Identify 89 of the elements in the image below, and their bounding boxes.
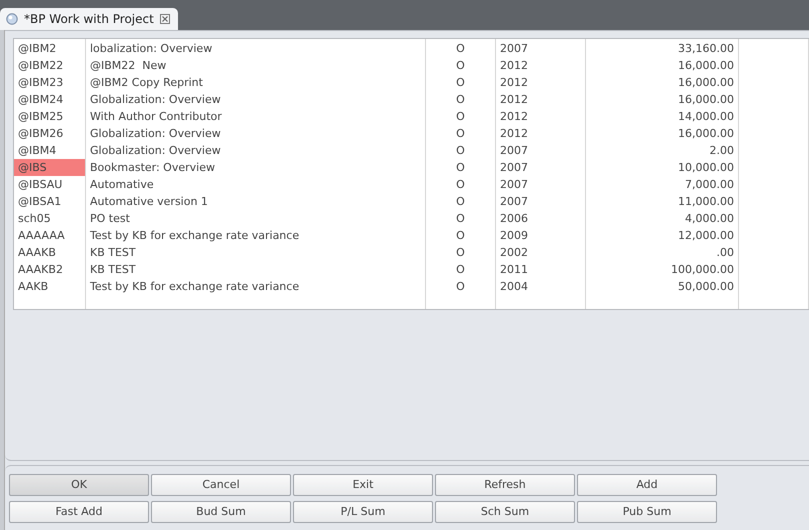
table-cell-text: Globalization: Overview: [89, 92, 222, 108]
table-cell-text: Globalization: Overview: [89, 126, 222, 142]
table-cell-text: 16,000.00: [677, 75, 735, 91]
table-cell-text: O: [455, 58, 466, 74]
action-button[interactable]: Pub Sum: [577, 501, 717, 523]
table-cell-text: O: [455, 211, 466, 227]
table-cell[interactable]: @IBSAU: [14, 176, 85, 193]
table-cell[interactable]: sch05: [14, 210, 85, 227]
table-cell-text: KB TEST: [89, 245, 137, 261]
action-button[interactable]: Add: [577, 474, 717, 496]
table-cell[interactable]: @IBM23: [14, 74, 85, 91]
table-cell-text: 2007: [499, 177, 529, 193]
table-cell-text: 2012: [499, 109, 529, 125]
table-cell-text: KB TEST: [89, 262, 137, 278]
table-cell-text: O: [455, 41, 466, 57]
table-cell-text: O: [455, 279, 466, 295]
action-button[interactable]: Exit: [293, 474, 433, 496]
table-cell-text: O: [455, 126, 466, 142]
table-cell-text: 2006: [499, 211, 529, 227]
table-cell-text: Test by KB for exchange rate variance: [89, 279, 300, 295]
table-cell-text: 2012: [499, 75, 529, 91]
table-cell-text: 2.00: [708, 143, 735, 159]
table-cell-text: 16,000.00: [677, 126, 735, 142]
table-cell-text: O: [455, 245, 466, 261]
table-cell-text: 2012: [499, 58, 529, 74]
table-cell-text: 2011: [499, 262, 529, 278]
globe-icon: [6, 13, 18, 25]
table-cell-text: 2009: [499, 228, 529, 244]
table-cell[interactable]: @IBS: [14, 159, 85, 176]
table-cell-text: 7,000.00: [684, 177, 735, 193]
table-cell-text: 2002: [499, 245, 529, 261]
table-cell[interactable]: @IBSA1: [14, 193, 85, 210]
table-cell-text: 2007: [499, 143, 529, 159]
table-cell[interactable]: @IBM24: [14, 91, 85, 108]
table-cell-text: @IBM22 New: [89, 58, 168, 74]
table-cell-text: 16,000.00: [677, 92, 735, 108]
table-cell-text: O: [455, 92, 466, 108]
table-cell-text: 2007: [499, 41, 529, 57]
table-cell[interactable]: @IBM26: [14, 125, 85, 142]
action-button[interactable]: Fast Add: [9, 501, 149, 523]
table-cell-text: PO test: [89, 211, 131, 227]
close-icon[interactable]: [160, 14, 170, 24]
table-cell-text: 12,000.00: [677, 228, 735, 244]
table-cell-text: Bookmaster: Overview: [89, 160, 216, 176]
table-cell[interactable]: AAKB: [14, 278, 85, 295]
table-cell-text: 2007: [499, 160, 529, 176]
action-button[interactable]: Refresh: [435, 474, 575, 496]
action-button[interactable]: Cancel: [151, 474, 291, 496]
table-cell-text: With Author Contributor: [89, 109, 223, 125]
table-cell-text: Automative version 1: [89, 194, 209, 210]
table-cell-text: Globalization: Overview: [89, 143, 222, 159]
table-cell-text: 14,000.00: [677, 109, 735, 125]
table-cell-text: O: [455, 228, 466, 244]
table-cell-text: 2012: [499, 92, 529, 108]
table-cell-text: O: [455, 262, 466, 278]
table-cell-text: 2012: [499, 126, 529, 142]
action-button[interactable]: Bud Sum: [151, 501, 291, 523]
table-cell-text: 4,000.00: [684, 211, 735, 227]
table-cell-text: lobalization: Overview: [89, 41, 214, 57]
table-cell-text: Automative: [89, 177, 155, 193]
table-cell[interactable]: @IBM25: [14, 108, 85, 125]
action-button[interactable]: OK: [9, 474, 149, 496]
action-button[interactable]: Sch Sum: [435, 501, 575, 523]
table-cell[interactable]: @IBM22: [14, 57, 85, 74]
table-cell-text: @IBM2 Copy Reprint: [89, 75, 204, 91]
table-cell-text: O: [455, 75, 466, 91]
table-cell-text: O: [455, 160, 466, 176]
table-cell[interactable]: @IBM4: [14, 142, 85, 159]
table-cell[interactable]: @IBM2: [14, 40, 85, 57]
tab-title: *BP Work with Project: [24, 11, 154, 28]
table-cell-text: .00: [716, 245, 735, 261]
table-cell-text: 11,000.00: [677, 194, 735, 210]
table-cell-text: 2004: [499, 279, 529, 295]
table-cell-text: 100,000.00: [670, 262, 735, 278]
table-cell-text: Test by KB for exchange rate variance: [89, 228, 300, 244]
table-cell[interactable]: AAAKB2: [14, 261, 85, 278]
table-cell[interactable]: AAAAAA: [14, 227, 85, 244]
table-cell-text: O: [455, 143, 466, 159]
table-cell-text: 50,000.00: [677, 279, 735, 295]
table-cell-text: 33,160.00: [677, 41, 735, 57]
table-cell-text: O: [455, 109, 466, 125]
table-cell-text: O: [455, 177, 466, 193]
table-cell-text: 10,000.00: [677, 160, 735, 176]
action-button[interactable]: P/L Sum: [293, 501, 433, 523]
table-cell-text: 2007: [499, 194, 529, 210]
table-cell[interactable]: AAAKB: [14, 244, 85, 261]
editor-tab[interactable]: *BP Work with Project: [0, 8, 178, 30]
table-cell-text: O: [455, 194, 466, 210]
table-cell-text: 16,000.00: [677, 58, 735, 74]
